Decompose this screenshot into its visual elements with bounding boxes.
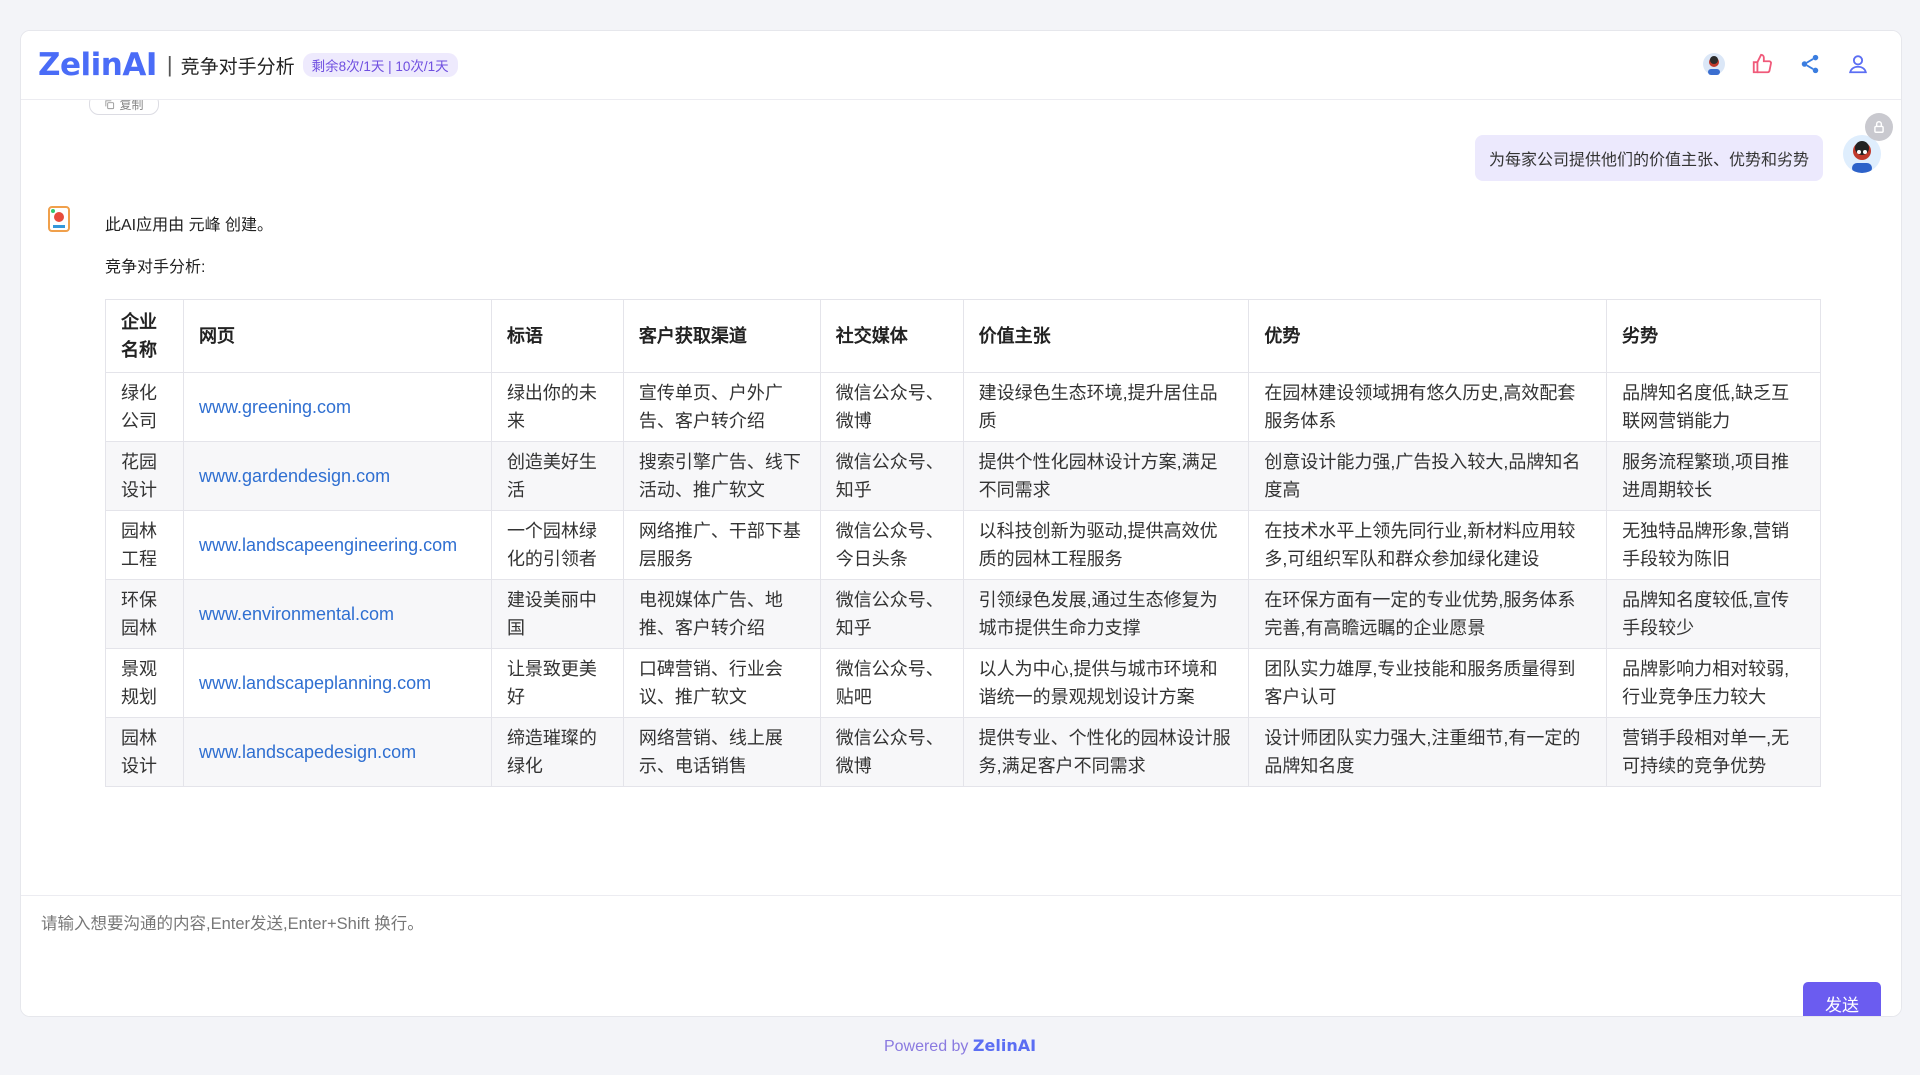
copy-label: 复制 — [119, 99, 144, 112]
powered-by-text: Powered by — [883, 1038, 969, 1055]
social-cell: 微信公众号、微博 — [819, 372, 964, 442]
table-header-cell: 劣势 — [1606, 299, 1821, 373]
copy-button[interactable]: 复制 — [89, 99, 159, 115]
social-cell: 微信公众号、贴吧 — [819, 648, 964, 718]
company-name-cell: 花园设计 — [105, 441, 184, 511]
table-row: 绿化公司 www.greening.com 绿出你的未来 宣传单页、户外广告、客… — [105, 372, 1821, 442]
bot-avatar-icon — [41, 201, 81, 241]
table-header-cell: 客户获取渠道 — [622, 299, 821, 373]
lock-icon[interactable] — [1865, 113, 1893, 141]
company-name-cell: 绿化公司 — [105, 372, 184, 442]
share-icon[interactable] — [1797, 51, 1823, 77]
thumbs-up-icon[interactable] — [1749, 51, 1775, 77]
competitor-table: 企业名称 网页 标语 客户获取渠道 社交媒体 价值主张 优势 劣势 绿化公司 w… — [105, 299, 1821, 787]
table-header-row: 企业名称 网页 标语 客户获取渠道 社交媒体 价值主张 优势 劣势 — [105, 299, 1821, 373]
value-cell: 引领绿色发展,通过生态修复为城市提供生命力支撑 — [962, 579, 1250, 649]
page-title: 竞争对手分析 — [180, 56, 295, 78]
bot-intro-text: 此AI应用由 元峰 创建。 — [105, 217, 274, 234]
bot-heading-text: 竞争对手分析: — [105, 259, 206, 276]
slogan-cell: 建设美丽中国 — [490, 579, 624, 649]
strength-cell: 在园林建设领域拥有悠久历史,高效配套服务体系 — [1248, 372, 1608, 442]
weakness-cell: 营销手段相对单一,无可持续的竞争优势 — [1606, 717, 1821, 787]
user-message-text: 为每家公司提供他们的价值主张、优势和劣势 — [1488, 152, 1809, 169]
value-cell: 以人为中心,提供与城市环境和谐统一的景观规划设计方案 — [962, 648, 1250, 718]
app-window: ZelinAI | 竞争对手分析 剩余8次/1天 | 10次/1天 复制 为每家… — [20, 30, 1902, 1017]
table-header-cell: 价值主张 — [962, 299, 1250, 373]
channel-cell: 口碑营销、行业会议、推广软文 — [622, 648, 821, 718]
channel-cell: 搜索引擎广告、线下活动、推广软文 — [622, 441, 821, 511]
value-cell: 以科技创新为驱动,提供高效优质的园林工程服务 — [962, 510, 1250, 580]
footer: Powered by ZelinAI — [0, 1036, 1920, 1056]
table-header-cell: 标语 — [490, 299, 624, 373]
website-link[interactable]: www.landscapedesign.com — [182, 717, 492, 787]
slogan-cell: 绿出你的未来 — [490, 372, 624, 442]
channel-cell: 网络推广、干部下基层服务 — [622, 510, 821, 580]
message-input[interactable]: 请输入想要沟通的内容,Enter发送,Enter+Shift 换行。 — [41, 910, 424, 934]
channel-cell: 网络营销、线上展示、电话销售 — [622, 717, 821, 787]
table-row: 花园设计 www.gardendesign.com 创造美好生活 搜索引擎广告、… — [105, 441, 1821, 511]
send-button[interactable]: 发送 — [1803, 982, 1881, 1016]
table-header-cell: 社交媒体 — [819, 299, 964, 373]
weakness-cell: 无独特品牌形象,营销手段较为陈旧 — [1606, 510, 1821, 580]
strength-cell: 创意设计能力强,广告投入较大,品牌知名度高 — [1248, 441, 1608, 511]
table-row: 环保园林 www.environmental.com 建设美丽中国 电视媒体广告… — [105, 579, 1821, 649]
slogan-cell: 缔造璀璨的绿化 — [490, 717, 624, 787]
weakness-cell: 品牌知名度低,缺乏互联网营销能力 — [1606, 372, 1821, 442]
website-link[interactable]: www.gardendesign.com — [182, 441, 492, 511]
user-message-bubble: 为每家公司提供他们的价值主张、优势和劣势 — [1474, 135, 1823, 181]
table-header-cell: 优势 — [1248, 299, 1608, 373]
competitor-table-wrapper: 企业名称 网页 标语 客户获取渠道 社交媒体 价值主张 优势 劣势 绿化公司 w… — [105, 299, 1821, 787]
title-separator: | — [166, 52, 173, 77]
creator-avatar-icon[interactable] — [1701, 51, 1727, 77]
channel-cell: 电视媒体广告、地推、客户转介绍 — [622, 579, 821, 649]
user-profile-icon[interactable] — [1845, 51, 1871, 77]
strength-cell: 团队实力雄厚,专业技能和服务质量得到客户认可 — [1248, 648, 1608, 718]
channel-cell: 宣传单页、户外广告、客户转介绍 — [622, 372, 821, 442]
value-cell: 提供个性化园林设计方案,满足不同需求 — [962, 441, 1250, 511]
slogan-cell: 一个园林绿化的引领者 — [490, 510, 624, 580]
strength-cell: 在技术水平上领先同行业,新材料应用较多,可组织军队和群众参加绿化建设 — [1248, 510, 1608, 580]
slogan-cell: 让景致更美好 — [490, 648, 624, 718]
company-name-cell: 园林工程 — [105, 510, 184, 580]
copy-icon — [105, 99, 115, 109]
weakness-cell: 品牌影响力相对较弱,行业竞争压力较大 — [1606, 648, 1821, 718]
message-input-area[interactable]: 请输入想要沟通的内容,Enter发送,Enter+Shift 换行。 发送 — [21, 895, 1901, 1016]
table-header-cell: 企业名称 — [105, 299, 184, 373]
table-header-cell: 网页 — [182, 299, 492, 373]
header-bar: ZelinAI | 竞争对手分析 剩余8次/1天 | 10次/1天 — [21, 31, 1901, 100]
strength-cell: 在环保方面有一定的专业优势,服务体系完善,有高瞻远瞩的企业愿景 — [1248, 579, 1608, 649]
value-cell: 提供专业、个性化的园林设计服务,满足客户不同需求 — [962, 717, 1250, 787]
social-cell: 微信公众号、知乎 — [819, 579, 964, 649]
social-cell: 微信公众号、知乎 — [819, 441, 964, 511]
table-row: 景观规划 www.landscapeplanning.com 让景致更美好 口碑… — [105, 648, 1821, 718]
website-link[interactable]: www.landscapeplanning.com — [182, 648, 492, 718]
company-name-cell: 环保园林 — [105, 579, 184, 649]
strength-cell: 设计师团队实力强大,注重细节,有一定的品牌知名度 — [1248, 717, 1608, 787]
social-cell: 微信公众号、微博 — [819, 717, 964, 787]
table-row: 园林工程 www.landscapeengineering.com 一个园林绿化… — [105, 510, 1821, 580]
header-actions — [1701, 51, 1871, 77]
logo-text: ZelinAI — [38, 47, 157, 83]
quota-badge: 剩余8次/1天 | 10次/1天 — [302, 53, 458, 77]
value-cell: 建设绿色生态环境,提升居住品质 — [962, 372, 1250, 442]
company-name-cell: 园林设计 — [105, 717, 184, 787]
footer-brand[interactable]: ZelinAI — [973, 1036, 1036, 1055]
table-row: 园林设计 www.landscapedesign.com 缔造璀璨的绿化 网络营… — [105, 717, 1821, 787]
weakness-cell: 服务流程繁琐,项目推进周期较长 — [1606, 441, 1821, 511]
bot-message-bubble: 此AI应用由 元峰 创建。 竞争对手分析: 企业名称 网页 标语 客户获取渠道 — [89, 201, 1854, 895]
website-link[interactable]: www.landscapeengineering.com — [182, 510, 492, 580]
chat-area[interactable]: 复制 为每家公司提供他们的价值主张、优势和劣势 此AI应用由 元峰 创建。 竞争… — [21, 99, 1901, 895]
weakness-cell: 品牌知名度较低,宣传手段较少 — [1606, 579, 1821, 649]
social-cell: 微信公众号、今日头条 — [819, 510, 964, 580]
zelinai-logo[interactable]: ZelinAI — [38, 47, 157, 83]
website-link[interactable]: www.greening.com — [182, 372, 492, 442]
company-name-cell: 景观规划 — [105, 648, 184, 718]
website-link[interactable]: www.environmental.com — [182, 579, 492, 649]
slogan-cell: 创造美好生活 — [490, 441, 624, 511]
